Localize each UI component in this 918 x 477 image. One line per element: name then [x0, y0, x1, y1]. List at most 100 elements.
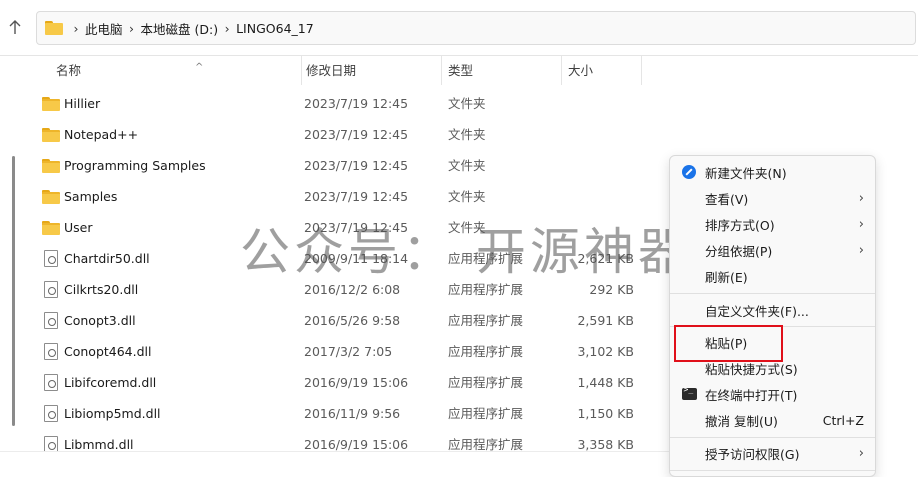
file-name: User: [64, 220, 93, 235]
file-name: Programming Samples: [64, 158, 206, 173]
breadcrumb-lingo-folder[interactable]: LINGO64_17: [236, 21, 314, 36]
file-size: [562, 119, 634, 150]
nav-scrollbar[interactable]: [12, 156, 15, 426]
file-row[interactable]: Libiomp5md.dll 2016/11/9 9:56 应用程序扩展 1,1…: [22, 398, 672, 429]
file-date: 2023/7/19 12:45: [304, 127, 409, 142]
terminal-icon: [681, 385, 697, 400]
file-row[interactable]: Samples 2023/7/19 12:45 文件夹: [22, 181, 672, 212]
file-date: 2016/12/2 6:08: [304, 282, 401, 297]
menu-sort-label: 排序方式(O): [705, 217, 775, 233]
chevron-right-icon: ›: [129, 20, 135, 36]
file-name: Chartdir50.dll: [64, 251, 150, 266]
folder-icon: [42, 158, 60, 173]
folder-icon: [42, 127, 60, 142]
dll-file-icon: [44, 343, 58, 360]
sort-up-icon: ^: [195, 62, 204, 73]
menu-view[interactable]: 查看(V) ›: [674, 185, 872, 211]
file-row[interactable]: Cilkrts20.dll 2016/12/2 6:08 应用程序扩展 292 …: [22, 274, 672, 305]
column-header-type[interactable]: 类型: [440, 56, 562, 85]
file-name: Hillier: [64, 96, 101, 111]
new-item-icon: [682, 165, 696, 179]
file-row[interactable]: Notepad++ 2023/7/19 12:45 文件夹: [22, 119, 672, 150]
breadcrumb-drive-d[interactable]: 本地磁盘 (D:): [141, 19, 219, 38]
file-date: 2016/5/26 9:58: [304, 313, 401, 328]
address-box[interactable]: › 此电脑 › 本地磁盘 (D:) › LINGO64_17: [36, 11, 916, 45]
menu-sort[interactable]: 排序方式(O) ›: [674, 211, 872, 237]
file-size: 1,448 KB: [577, 375, 634, 390]
file-size: 3,102 KB: [577, 344, 634, 359]
address-bar-area: › 此电脑 › 本地磁盘 (D:) › LINGO64_17: [0, 0, 918, 56]
file-type: 文件夹: [448, 158, 486, 173]
dll-file-icon: [44, 281, 58, 298]
file-row[interactable]: Programming Samples 2023/7/19 12:45 文件夹: [22, 150, 672, 181]
column-header-name[interactable]: 名称 ^: [48, 56, 302, 85]
folder-icon: [45, 21, 63, 35]
menu-separator: [670, 470, 875, 471]
bottom-strip: [0, 451, 669, 477]
file-row[interactable]: User 2023/7/19 12:45 文件夹: [22, 212, 672, 243]
menu-customize-folder[interactable]: 自定义文件夹(F)...: [674, 297, 872, 323]
file-row[interactable]: Conopt464.dll 2017/3/2 7:05 应用程序扩展 3,102…: [22, 336, 672, 367]
menu-group-label: 分组依据(P): [705, 243, 773, 259]
menu-refresh[interactable]: 刷新(E): [674, 263, 872, 289]
file-type: 应用程序扩展: [448, 406, 524, 421]
menu-paste-shortcut-label: 粘贴快捷方式(S): [705, 361, 798, 377]
chevron-right-icon: ›: [73, 20, 79, 36]
file-type: 文件夹: [448, 189, 486, 204]
file-size: 292 KB: [589, 282, 634, 297]
column-header-row: 名称 ^ 修改日期 类型 大小: [22, 56, 672, 85]
file-type: 文件夹: [448, 220, 486, 235]
file-row[interactable]: Hillier 2023/7/19 12:45 文件夹: [22, 88, 672, 119]
chevron-right-icon: ›: [224, 20, 230, 36]
context-menu: 新建文件夹(N) 查看(V) › 排序方式(O) › 分组依据(P) › 刷新(…: [669, 155, 876, 477]
menu-paste[interactable]: 粘贴(P): [674, 329, 872, 355]
menu-group[interactable]: 分组依据(P) ›: [674, 237, 872, 263]
arrow-up-icon: [9, 20, 21, 34]
breadcrumb-this-pc[interactable]: 此电脑: [85, 19, 123, 38]
column-header-size[interactable]: 大小: [560, 56, 642, 85]
file-name: Conopt3.dll: [64, 313, 136, 328]
menu-undo-copy[interactable]: 撤消 复制(U) Ctrl+Z: [674, 407, 872, 433]
dll-file-icon: [44, 405, 58, 422]
menu-undo-label: 撤消 复制(U): [705, 413, 778, 429]
file-row[interactable]: Libifcoremd.dll 2016/9/19 15:06 应用程序扩展 1…: [22, 367, 672, 398]
chevron-right-icon: ›: [858, 242, 864, 258]
up-button[interactable]: [4, 16, 26, 38]
file-type: 文件夹: [448, 96, 486, 111]
file-size: [562, 212, 634, 243]
file-row[interactable]: Conopt3.dll 2016/5/26 9:58 应用程序扩展 2,591 …: [22, 305, 672, 336]
dll-file-icon: [44, 374, 58, 391]
file-size: [562, 88, 634, 119]
file-date: 2016/11/9 9:56: [304, 406, 401, 421]
menu-separator: [670, 326, 875, 327]
file-size: [562, 150, 634, 181]
file-type: 应用程序扩展: [448, 251, 524, 266]
menu-open-terminal[interactable]: 在终端中打开(T): [674, 381, 872, 407]
menu-new-folder-label: 新建文件夹(N): [705, 165, 787, 181]
file-name: Libiomp5md.dll: [64, 406, 161, 421]
file-date: 2023/7/19 12:45: [304, 189, 409, 204]
file-date: 2009/9/11 18:14: [304, 251, 409, 266]
menu-give-access-label: 授予访问权限(G): [705, 446, 800, 462]
file-name: Cilkrts20.dll: [64, 282, 139, 297]
file-row[interactable]: Chartdir50.dll 2009/9/11 18:14 应用程序扩展 2,…: [22, 243, 672, 274]
column-header-date-label: 修改日期: [306, 63, 357, 78]
chevron-right-icon: ›: [858, 216, 864, 232]
file-name: Notepad++: [64, 127, 139, 142]
column-header-size-label: 大小: [568, 63, 594, 78]
file-name: Samples: [64, 189, 118, 204]
dll-file-icon: [44, 250, 58, 267]
column-header-date[interactable]: 修改日期: [298, 56, 442, 85]
file-date: 2016/9/19 15:06: [304, 375, 409, 390]
chevron-right-icon: ›: [858, 445, 864, 461]
menu-paste-label: 粘贴(P): [705, 335, 748, 351]
file-date: 2023/7/19 12:45: [304, 158, 409, 173]
menu-new-folder[interactable]: 新建文件夹(N): [674, 159, 872, 185]
file-type: 文件夹: [448, 127, 486, 142]
file-name: Conopt464.dll: [64, 344, 152, 359]
menu-paste-shortcut[interactable]: 粘贴快捷方式(S): [674, 355, 872, 381]
file-type: 应用程序扩展: [448, 344, 524, 359]
menu-give-access[interactable]: 授予访问权限(G) ›: [674, 440, 872, 466]
menu-separator: [670, 437, 875, 438]
file-size: 2,591 KB: [577, 313, 634, 328]
